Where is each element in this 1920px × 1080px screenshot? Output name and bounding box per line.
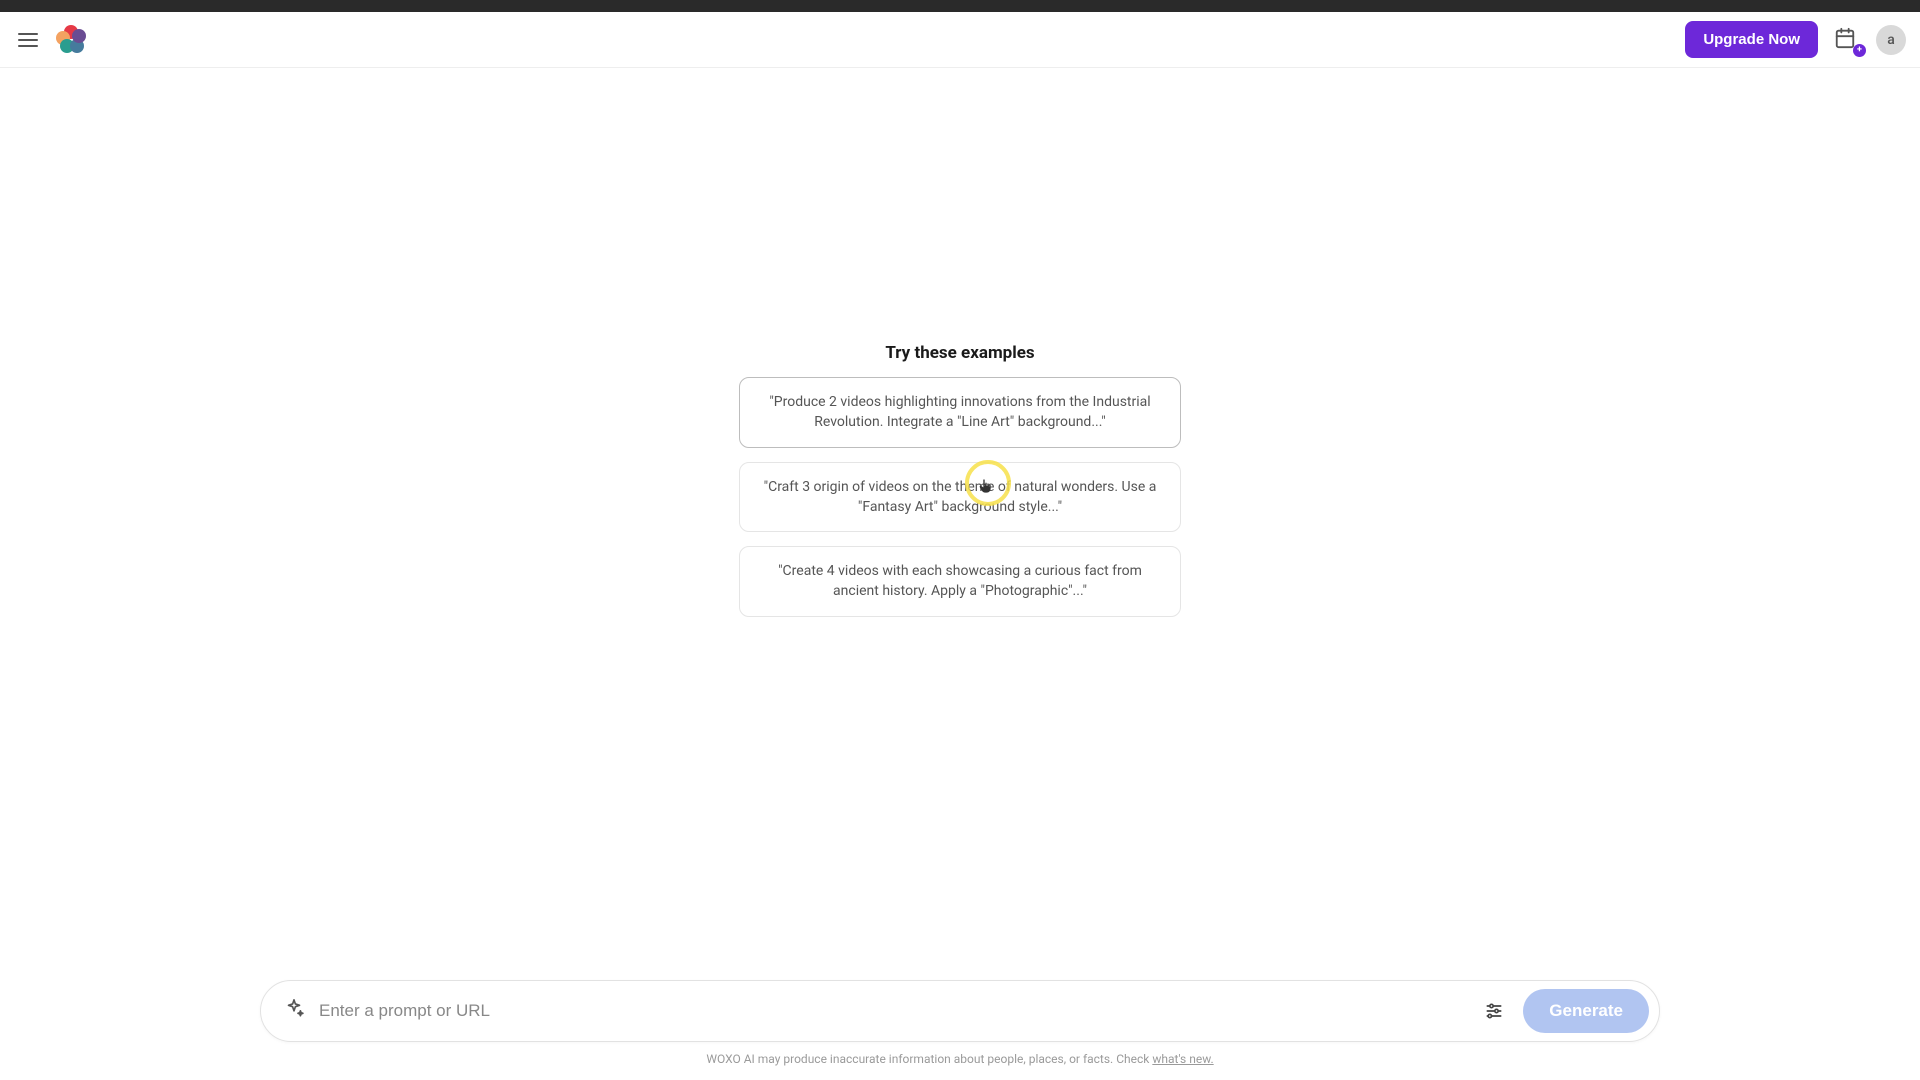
settings-sliders-icon[interactable] xyxy=(1479,996,1509,1026)
whats-new-link[interactable]: what's new. xyxy=(1152,1052,1213,1066)
example-card-0[interactable]: "Produce 2 videos highlighting innovatio… xyxy=(739,377,1181,448)
browser-top-bar xyxy=(0,0,1920,12)
app-header: Upgrade Now + a xyxy=(0,12,1920,68)
examples-block: Try these examples "Produce 2 videos hig… xyxy=(739,343,1181,631)
disclaimer-text: WOXO AI may produce inaccurate informati… xyxy=(706,1052,1152,1066)
upgrade-button[interactable]: Upgrade Now xyxy=(1685,21,1818,58)
app-logo[interactable] xyxy=(56,25,86,55)
header-left xyxy=(14,25,86,55)
example-card-2[interactable]: "Create 4 videos with each showcasing a … xyxy=(739,546,1181,617)
main-area: Try these examples "Produce 2 videos hig… xyxy=(0,68,1920,1080)
example-card-1[interactable]: "Craft 3 origin of videos on the theme o… xyxy=(739,462,1181,533)
prompt-bar: Generate xyxy=(260,980,1660,1042)
examples-title: Try these examples xyxy=(739,343,1181,363)
disclaimer: WOXO AI may produce inaccurate informati… xyxy=(706,1052,1213,1066)
calendar-icon[interactable]: + xyxy=(1834,27,1860,53)
calendar-badge: + xyxy=(1853,44,1866,57)
bottom-area: Generate WOXO AI may produce inaccurate … xyxy=(0,980,1920,1066)
menu-icon[interactable] xyxy=(14,26,42,54)
avatar[interactable]: a xyxy=(1876,25,1906,55)
prompt-input[interactable] xyxy=(319,981,1465,1041)
header-right: Upgrade Now + a xyxy=(1685,21,1906,58)
sparkle-icon xyxy=(283,998,305,1024)
generate-button[interactable]: Generate xyxy=(1523,989,1649,1033)
